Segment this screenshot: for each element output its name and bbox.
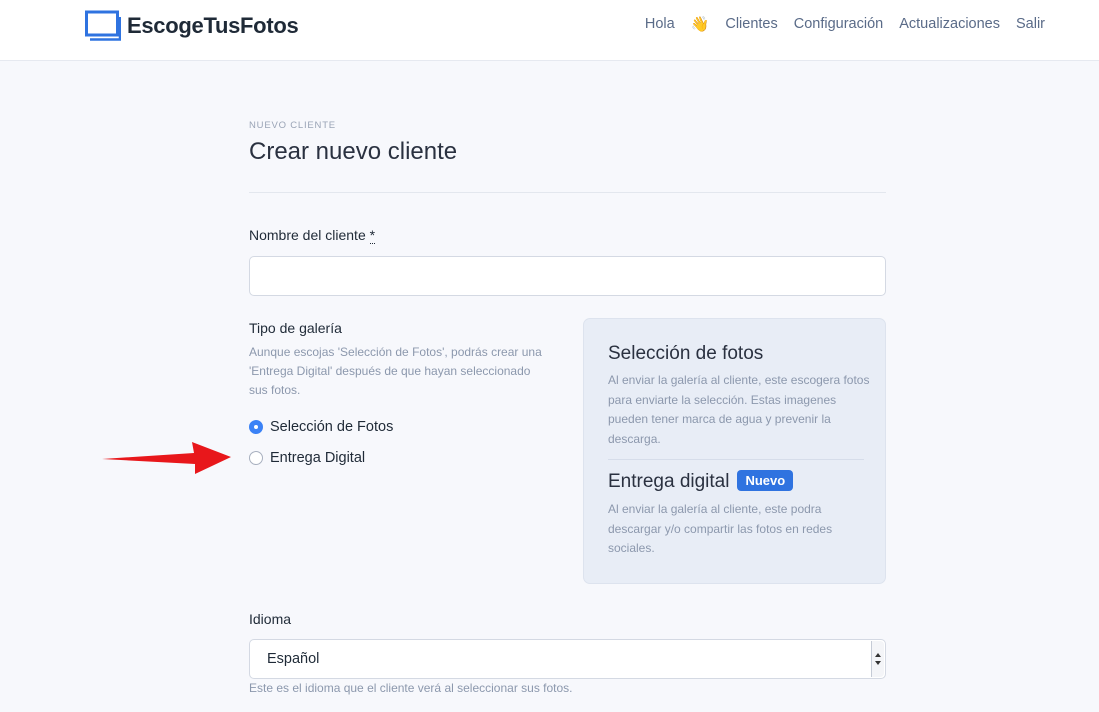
radio-delivery-label[interactable]: Entrega Digital (270, 450, 365, 466)
greeting: Hola 👋 (629, 15, 710, 33)
brand-logo-icon (85, 10, 122, 42)
card-divider (608, 459, 864, 460)
radio-delivery-button[interactable] (249, 451, 263, 465)
nav-link-clients[interactable]: Clientes (725, 16, 777, 32)
new-badge: Nuevo (737, 470, 794, 491)
select-stepper-icon[interactable] (871, 641, 884, 677)
delivery-info-text: Al enviar la galería al cliente, este po… (608, 502, 833, 555)
gallery-type-info-card: Selección de fotos Al enviar la galería … (583, 318, 886, 584)
page-title: Crear nuevo cliente (249, 138, 458, 165)
nav-link-logout[interactable]: Salir (1016, 16, 1045, 32)
header-divider (249, 192, 886, 193)
red-arrow-annotation (102, 440, 237, 481)
nav-link-updates[interactable]: Actualizaciones (899, 16, 1000, 32)
delivery-info-title: Entrega digital Nuevo (608, 470, 794, 493)
radio-option-selection[interactable]: Selección de Fotos (249, 419, 393, 435)
page-overline: NUEVO CLIENTE (249, 120, 336, 131)
greeting-text: Hola (644, 16, 675, 32)
radio-selection-button[interactable] (249, 420, 263, 434)
gallery-type-help: Aunque escojas 'Selección de Fotos', pod… (249, 345, 542, 397)
selection-info-text: Al enviar la galería al cliente, este es… (608, 373, 870, 446)
main-nav: Hola 👋 Clientes Configuración Actualizac… (629, 15, 1045, 33)
language-select[interactable]: Español (249, 639, 886, 679)
radio-selection-label[interactable]: Selección de Fotos (270, 419, 393, 435)
language-help: Este es el idioma que el cliente verá al… (249, 681, 573, 695)
language-selected-value: Español (267, 651, 320, 667)
language-label: Idioma (249, 611, 292, 627)
selection-info-title: Selección de fotos (608, 343, 764, 364)
waving-hand-icon: 👋 (690, 16, 710, 33)
client-name-label: Nombre del cliente * (249, 227, 376, 244)
brand-link[interactable]: EscogeTusFotos (85, 10, 299, 42)
top-navbar: EscogeTusFotos Hola 👋 Clientes Configura… (0, 0, 1099, 61)
nav-link-settings[interactable]: Configuración (794, 16, 883, 32)
radio-option-delivery[interactable]: Entrega Digital (249, 450, 365, 466)
brand-name: EscogeTusFotos (127, 13, 299, 38)
gallery-type-label: Tipo de galería (249, 320, 342, 336)
required-mark: * (369, 227, 376, 244)
client-name-input[interactable] (249, 256, 886, 296)
